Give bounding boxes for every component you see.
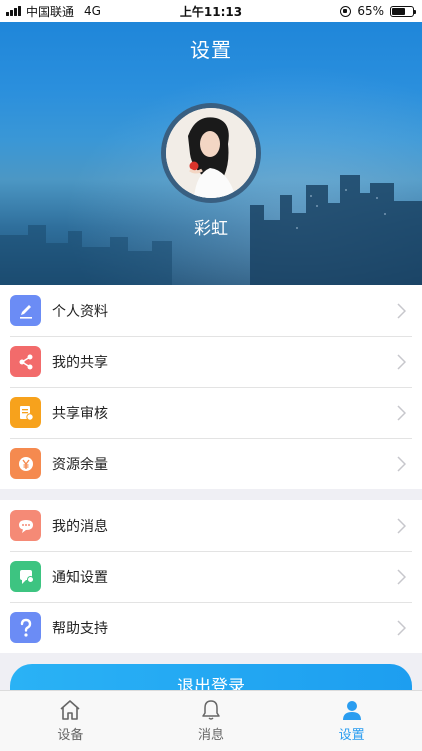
battery-icon xyxy=(390,5,416,17)
username: 彩虹 xyxy=(194,219,228,239)
menu-item-label: 共享审核 xyxy=(52,405,108,422)
status-bar: 中国联通 4G 上午11:13 65% xyxy=(0,0,422,22)
tab-devices[interactable]: 设备 xyxy=(0,691,141,751)
chevron-right-icon xyxy=(397,353,406,370)
tab-label: 设备 xyxy=(57,728,84,743)
orientation-lock-icon xyxy=(340,5,352,17)
yuan-icon xyxy=(10,448,41,479)
profile-header: 设置 彩虹 xyxy=(0,22,422,285)
notification-icon xyxy=(10,561,41,592)
avatar-portrait-image xyxy=(166,108,256,198)
menu-item-label: 通知设置 xyxy=(52,569,108,586)
help-icon xyxy=(10,612,41,643)
network-type: 4G xyxy=(84,4,101,18)
menu-item-help-support[interactable]: 帮助支持 xyxy=(0,602,422,653)
tab-messages[interactable]: 消息 xyxy=(141,691,282,751)
carrier-name: 中国联通 xyxy=(26,4,75,19)
battery-percent: 65% xyxy=(357,4,384,18)
share-icon xyxy=(10,346,41,377)
chevron-right-icon xyxy=(397,568,406,585)
message-icon xyxy=(10,510,41,541)
signal-icon xyxy=(6,6,21,16)
menu-item-resource-quota[interactable]: 资源余量 xyxy=(0,438,422,489)
menu-group-account: 个人资料 我的共享 共享审核 资源余量 xyxy=(0,285,422,489)
menu-item-label: 帮助支持 xyxy=(52,620,108,637)
menu-item-my-share[interactable]: 我的共享 xyxy=(0,336,422,387)
avatar[interactable] xyxy=(161,103,261,203)
menu-group-support: 我的消息 通知设置 帮助支持 xyxy=(0,500,422,653)
menu-item-profile[interactable]: 个人资料 xyxy=(0,285,422,336)
tab-label: 设置 xyxy=(338,728,365,743)
chevron-right-icon xyxy=(397,517,406,534)
page-title: 设置 xyxy=(190,38,232,62)
menu-item-notification-settings[interactable]: 通知设置 xyxy=(0,551,422,602)
audit-icon xyxy=(10,397,41,428)
chevron-right-icon xyxy=(397,404,406,421)
menu-item-label: 我的消息 xyxy=(52,518,108,535)
tab-settings[interactable]: 设置 xyxy=(281,691,422,751)
edit-icon xyxy=(10,295,41,326)
menu-item-label: 个人资料 xyxy=(52,303,108,320)
person-icon xyxy=(342,701,361,720)
tab-label: 消息 xyxy=(198,728,225,743)
chevron-right-icon xyxy=(397,302,406,319)
chevron-right-icon xyxy=(397,455,406,472)
home-icon xyxy=(60,700,80,720)
tab-bar: 设备 消息 设置 xyxy=(0,690,422,751)
menu-item-my-messages[interactable]: 我的消息 xyxy=(0,500,422,551)
chevron-right-icon xyxy=(397,619,406,636)
menu-item-label: 资源余量 xyxy=(52,456,108,473)
menu-item-share-audit[interactable]: 共享审核 xyxy=(0,387,422,438)
bell-icon xyxy=(202,700,220,720)
menu-item-label: 我的共享 xyxy=(52,354,108,371)
